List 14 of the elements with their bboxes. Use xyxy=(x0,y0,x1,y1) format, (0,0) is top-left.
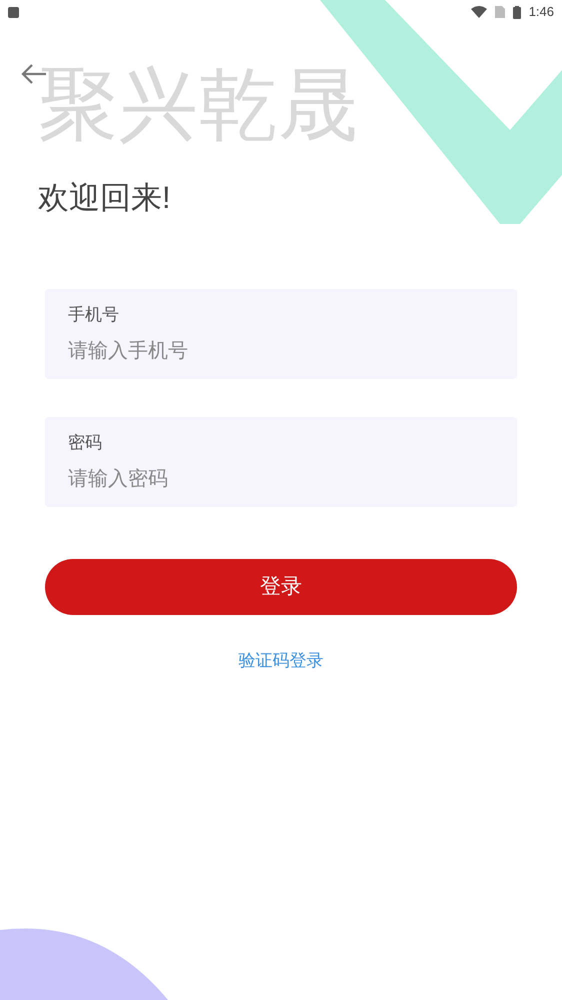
battery-icon xyxy=(512,6,521,18)
field-label: 密码 xyxy=(68,432,102,454)
login-button[interactable]: 登录 xyxy=(45,559,517,615)
field-label: 手机号 xyxy=(68,304,119,326)
form-field[interactable]: 密码 请输入密码 xyxy=(45,417,517,507)
form-field[interactable]: 手机号 请输入手机号 xyxy=(45,289,517,379)
input-field[interactable]: 请输入手机号 xyxy=(68,337,494,365)
sim-icon xyxy=(494,6,505,18)
status-time: 1:46 xyxy=(528,3,554,22)
sms-login-link[interactable]: 验证码登录 xyxy=(238,648,324,674)
notification-icon xyxy=(8,6,19,18)
wifi-icon xyxy=(470,6,487,18)
input-field[interactable]: 请输入密码 xyxy=(68,465,494,493)
welcome-title: 欢迎回来! xyxy=(38,179,172,217)
